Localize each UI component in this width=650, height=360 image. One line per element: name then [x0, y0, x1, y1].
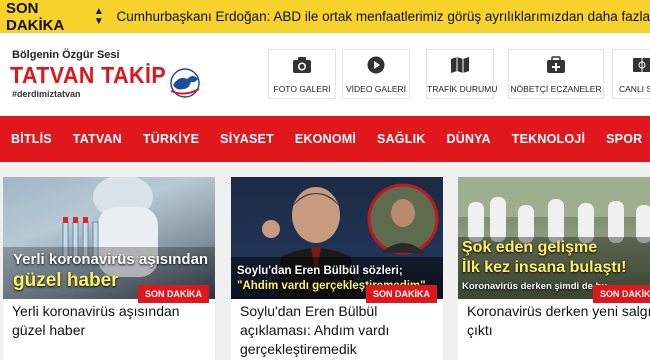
- quick-link-pharmacies[interactable]: NÖBETÇİ ECZANELER: [508, 49, 604, 99]
- nav-item-turkiye[interactable]: TÜRKİYE: [143, 132, 199, 146]
- score-icon: [633, 58, 650, 72]
- chevron-up-icon[interactable]: ▲: [94, 6, 104, 17]
- news-headline[interactable]: Yerli koronavirüs aşısından güzel haber: [12, 302, 212, 340]
- nav-item-teknoloji[interactable]: TEKNOLOJİ: [512, 132, 585, 146]
- news-image[interactable]: Şok eden gelişme İlk kez insana bulaştı!…: [458, 177, 650, 299]
- quick-link-photo-gallery[interactable]: FOTO GALERİ: [268, 49, 336, 99]
- news-headline[interactable]: Soylu'dan Eren Bülbül açıklaması: Ahdım …: [240, 302, 440, 359]
- image-caption-line1: Yerli koronavirüs aşısından: [13, 251, 209, 268]
- son-dakika-badge: SON DAKİKA: [592, 285, 650, 303]
- nav-item-dunya[interactable]: DÜNYA: [446, 132, 490, 146]
- nav-item-saglik[interactable]: SAĞLIK: [377, 132, 425, 146]
- news-headline[interactable]: Koronavirüs derken yeni salgın çıktı: [467, 302, 650, 340]
- son-dakika-badge: SON DAKİKA: [137, 285, 209, 303]
- son-dakika-badge: SON DAKİKA: [365, 285, 437, 303]
- breaking-news-ticker: SON DAKİKA ▲ ▼ Cumhurbaşkanı Erdoğan: AB…: [0, 0, 650, 34]
- nav-item-tatvan[interactable]: TATVAN: [73, 132, 122, 146]
- site-logo[interactable]: Bölgenin Özgür Sesi TATVAN TAKİP #derdim…: [10, 47, 200, 107]
- site-header: Bölgenin Özgür Sesi TATVAN TAKİP #derdim…: [0, 33, 650, 115]
- image-caption-line1: Soylu'dan Eren Bülbül sözleri;: [237, 265, 403, 277]
- quick-link-label: TRAFİK DURUMU: [427, 84, 498, 94]
- quick-link-traffic[interactable]: TRAFİK DURUMU: [426, 49, 498, 99]
- quick-link-live-score[interactable]: CANLI SKOR: [612, 49, 650, 99]
- news-image[interactable]: Yerli koronavirüs aşısından güzel haber: [3, 177, 215, 299]
- ticker-arrows[interactable]: ▲ ▼: [87, 0, 110, 33]
- camera-icon: [293, 57, 311, 73]
- pharmacy-icon: [547, 56, 565, 73]
- quick-link-video-gallery[interactable]: VİDEO GALERİ: [342, 49, 410, 99]
- nav-item-ekonomi[interactable]: EKONOMİ: [295, 132, 356, 146]
- news-card[interactable]: Soylu'dan Eren Bülbül sözleri; "Ahdim va…: [231, 177, 443, 360]
- news-image[interactable]: Soylu'dan Eren Bülbül sözleri; "Ahdim va…: [231, 177, 443, 299]
- map-icon: [451, 57, 469, 73]
- logo-hashtag: #derdimiztatvan: [12, 89, 81, 99]
- chevron-down-icon[interactable]: ▼: [94, 16, 104, 27]
- quick-link-label: FOTO GALERİ: [273, 84, 331, 94]
- news-card[interactable]: Yerli koronavirüs aşısından güzel haber …: [3, 177, 215, 360]
- play-icon: [367, 56, 385, 74]
- image-caption-line2: güzel haber: [13, 270, 119, 291]
- ticker-label: SON DAKİKA: [6, 0, 65, 34]
- quick-link-label: NÖBETÇİ ECZANELER: [510, 84, 602, 94]
- image-caption-line2: İlk kez insana bulaştı!: [462, 259, 627, 276]
- ticker-headline-link[interactable]: Cumhurbaşkanı Erdoğan: ABD ile ortak men…: [110, 9, 650, 24]
- logo-emblem-icon: [170, 68, 200, 98]
- quick-link-label: VİDEO GALERİ: [346, 84, 406, 94]
- nav-item-bitlis[interactable]: BİTLİS: [11, 132, 52, 146]
- main-nav: BİTLİS TATVAN TÜRKİYE SİYASET EKONOMİ SA…: [0, 116, 650, 162]
- news-card[interactable]: Şok eden gelişme İlk kez insana bulaştı!…: [458, 177, 650, 360]
- nav-item-siyaset[interactable]: SİYASET: [220, 132, 274, 146]
- nav-item-spor[interactable]: SPOR: [606, 132, 642, 146]
- logo-title: TATVAN TAKİP: [10, 62, 167, 88]
- image-caption-line1: Şok eden gelişme: [462, 239, 598, 256]
- logo-tagline: Bölgenin Özgür Sesi: [12, 49, 120, 61]
- quick-link-label: CANLI SKOR: [619, 84, 650, 94]
